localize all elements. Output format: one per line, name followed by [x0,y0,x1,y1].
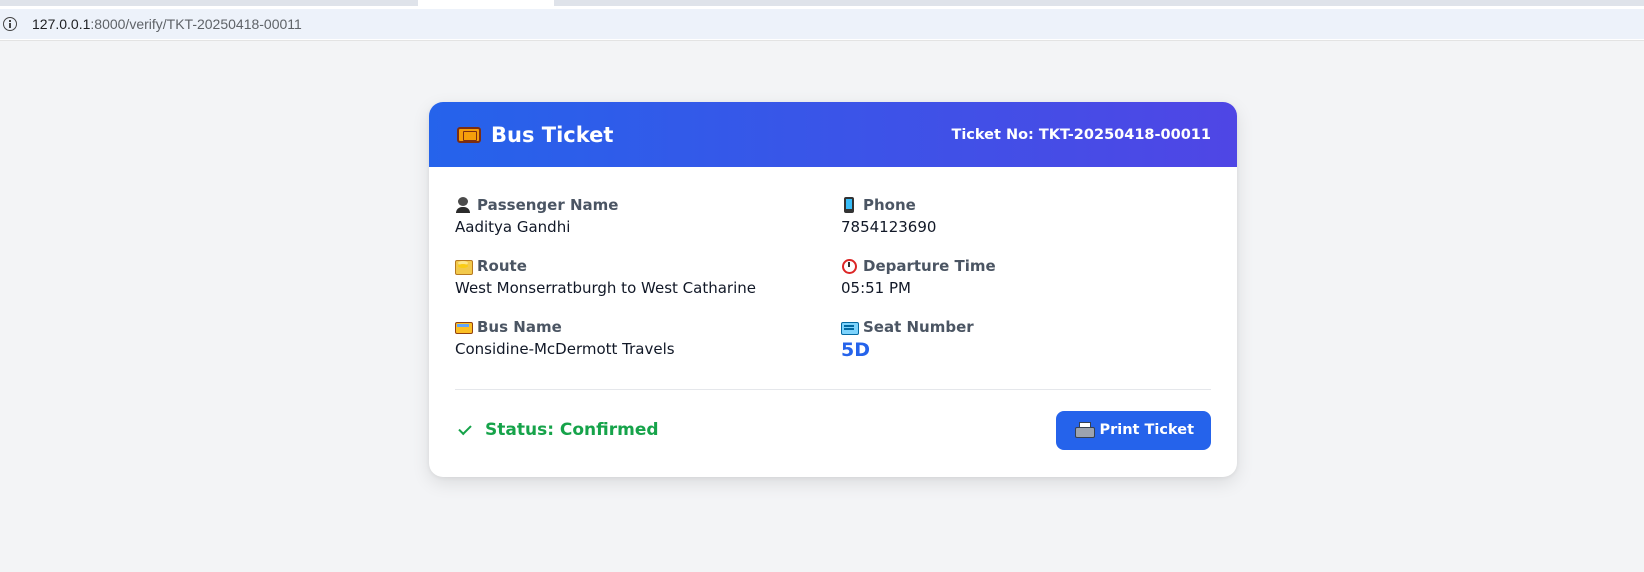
site-info-icon[interactable] [3,17,17,31]
ticket-details-grid: Passenger Name Aaditya Gandhi Phone 7854… [455,195,1211,361]
print-ticket-label: Print Ticket [1099,422,1194,438]
bus-value: Considine-McDermott Travels [455,340,675,358]
ticket-header: Bus Ticket Ticket No: TKT-20250418-00011 [429,102,1237,167]
seat-field: Seat Number 5D [841,317,1211,361]
ticket-footer: Status: Confirmed Print Ticket [455,390,1211,470]
departure-label: Departure Time [863,257,996,275]
print-ticket-button[interactable]: Print Ticket [1056,410,1211,450]
route-field: Route West Monserratburgh to West Cathar… [455,256,841,297]
ticket-seat-icon [841,319,859,335]
route-label-row: Route [455,256,841,276]
seat-value: 5D [841,339,870,361]
sunrise-map-icon [455,258,473,275]
check-icon [458,421,472,435]
browser-toolbar: 127.0.0.1:8000/verify/TKT-20250418-00011 [0,6,1644,41]
bus-label-row: Bus Name [455,317,841,337]
url-text[interactable]: 127.0.0.1:8000/verify/TKT-20250418-00011 [32,16,302,32]
route-label: Route [477,257,527,275]
mobile-phone-icon [841,197,857,213]
ticket-body: Passenger Name Aaditya Gandhi Phone 7854… [429,167,1237,470]
printer-icon [1075,422,1096,438]
address-bar[interactable]: 127.0.0.1:8000/verify/TKT-20250418-00011 [0,9,1644,39]
url-path: :8000/verify/TKT-20250418-00011 [90,16,302,32]
ticket-number: Ticket No: TKT-20250418-00011 [951,126,1211,143]
bus-icon [455,319,473,335]
url-host: 127.0.0.1 [32,16,91,32]
departure-field: Departure Time 05:51 PM [841,256,1211,297]
ticket-card: Bus Ticket Ticket No: TKT-20250418-00011… [429,102,1237,477]
bus-label: Bus Name [477,318,562,336]
departure-label-row: Departure Time [841,256,1211,276]
phone-label: Phone [863,196,916,214]
status-text: Status: Confirmed [485,420,659,440]
passenger-field: Passenger Name Aaditya Gandhi [455,195,841,236]
phone-label-row: Phone [841,195,1211,215]
passenger-label-row: Passenger Name [455,195,841,215]
phone-field: Phone 7854123690 [841,195,1211,236]
ticket-icon [457,126,481,143]
seat-label-row: Seat Number [841,317,1211,337]
status-badge: Status: Confirmed [458,420,659,440]
alarm-clock-icon [841,258,857,274]
phone-value: 7854123690 [841,218,937,236]
person-icon [455,197,471,213]
seat-label: Seat Number [863,318,974,336]
ticket-title: Bus Ticket [491,122,614,147]
ticket-title-group: Bus Ticket [457,123,613,147]
passenger-value: Aaditya Gandhi [455,218,571,236]
departure-value: 05:51 PM [841,279,911,297]
bus-field: Bus Name Considine-McDermott Travels [455,317,841,361]
passenger-label: Passenger Name [477,196,619,214]
route-value: West Monserratburgh to West Catharine [455,279,756,297]
